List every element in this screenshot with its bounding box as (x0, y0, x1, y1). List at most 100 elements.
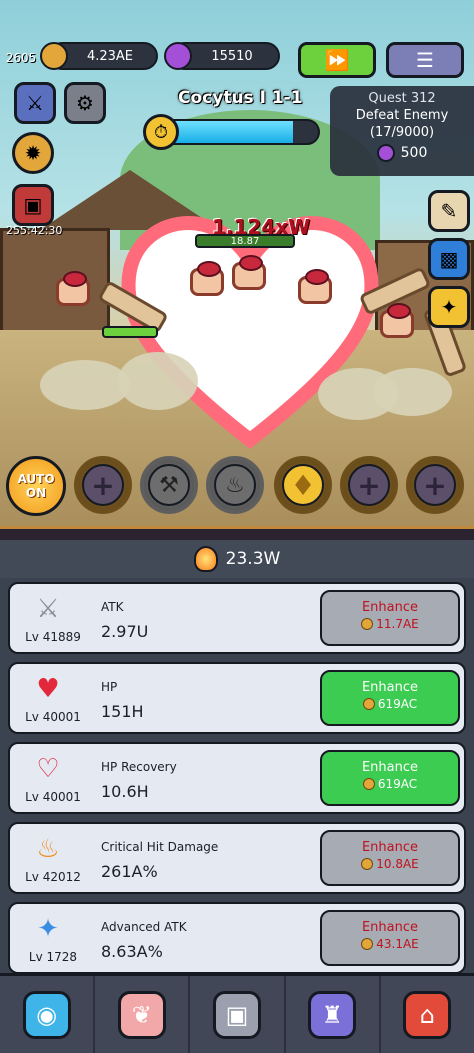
quest-title: Quest 312 (368, 91, 436, 106)
gold-coin-icon (361, 618, 374, 630)
gem-icon (376, 144, 395, 162)
stat-value: 151H (101, 702, 144, 721)
enhance-cost-value: 619AC (377, 697, 418, 711)
gold-coin-icon (40, 42, 68, 70)
skill-slot-empty[interactable]: + (406, 456, 464, 514)
chicken-icon: ❦ (117, 990, 166, 1039)
party-popper-icon[interactable]: ✦ (428, 286, 470, 328)
flame-icon (193, 546, 218, 572)
skill-slot-pickaxe[interactable]: ⚒ (140, 456, 198, 514)
enhance-cost-value: 10.8AE (376, 857, 419, 871)
auto-button[interactable]: AUTO ON (6, 456, 66, 516)
skill-slot-fire[interactable]: ♨ (206, 456, 264, 514)
enhance-cost: 619AC (322, 697, 458, 711)
scroll-icon[interactable]: ✎ (428, 190, 470, 232)
clock-icon: ⏱ (143, 114, 179, 150)
level-badge[interactable]: 2605 (4, 44, 38, 72)
level-text: 2605 (5, 51, 37, 65)
gold-amount: 4.23AE (86, 48, 134, 64)
castle-icon: ♜ (308, 990, 357, 1039)
enhance-cost-value: 11.7AE (376, 617, 419, 631)
blue-slime-icon: ◉ (22, 990, 71, 1039)
dust-cloud (40, 360, 130, 410)
enhance-button[interactable]: Enhance 10.8AE (320, 830, 460, 886)
stat-card: ✦ Lv 1728 Advanced ATK 8.63A% Enhance 43.1AE (8, 902, 466, 974)
plus-icon: + (414, 464, 456, 506)
enhance-cost: 10.8AE (322, 857, 458, 871)
enhance-cost: 11.7AE (322, 617, 458, 631)
stat-level: Lv 41889 (25, 630, 81, 644)
portal-icon: ▣ (213, 990, 261, 1039)
fast-forward-button[interactable]: ⏩ (298, 42, 376, 78)
bottom-nav: ◉ ❦ ▣ ♜ ⌂ (0, 973, 474, 1053)
gold-coin-icon (361, 938, 374, 950)
quest-reward: 500 (330, 144, 474, 162)
stage-title: Cocytus I 1-1 (178, 88, 303, 108)
heart-plus-icon: ♡ (36, 754, 60, 784)
enemy-chicken[interactable] (232, 255, 266, 290)
player-hp-bar (102, 326, 158, 338)
stat-level: Lv 1728 (28, 950, 78, 964)
combat-power: 23.3W (0, 540, 474, 578)
stat-card: ♨ Lv 42012 Critical Hit Damage 261A% Enhance… (8, 822, 466, 894)
menu-button[interactable]: ☰ (386, 42, 464, 78)
enhance-cost: 43.1AE (322, 937, 458, 951)
stat-name: HP Recovery (101, 760, 177, 774)
enhance-button[interactable]: Enhance 619AC (320, 750, 460, 806)
enemy-chicken[interactable] (380, 303, 414, 338)
enemy-chicken[interactable] (298, 269, 332, 304)
skill-slot-bell[interactable]: ♦ (274, 456, 332, 514)
quest-reward-amount: 500 (400, 145, 428, 161)
sparkle-sword-icon: ✦ (37, 914, 59, 944)
treasure-chest-icon[interactable]: ▣ (12, 184, 54, 226)
plus-icon: + (82, 464, 124, 506)
gem-amount: 15510 (211, 48, 253, 64)
stat-value: 261A% (101, 862, 158, 881)
robot-helper-icon[interactable]: ⚙ (64, 82, 106, 124)
stat-name: HP (101, 680, 118, 694)
bell-icon: ♦ (282, 464, 324, 506)
stat-value: 2.97U (101, 622, 149, 641)
enemy-chicken[interactable] (190, 261, 224, 296)
enhance-label: Enhance (361, 600, 419, 615)
skill-slot-empty[interactable]: + (74, 456, 132, 514)
quest-progress: (17/9000) (369, 125, 435, 140)
dust-cloud (372, 368, 452, 416)
stat-card: ♡ Lv 40001 HP Recovery 10.6H Enhance 619AC (8, 742, 466, 814)
battle-scene: 1.124xW 18.87 2605 4.23AE 15510 ⏩ ☰ ⚔ ⚙ … (0, 0, 474, 530)
sword-icon: ⚔ (36, 594, 60, 624)
wheel-icon[interactable]: ✹ (12, 132, 54, 174)
classes-icon[interactable]: ⚔ (14, 82, 56, 124)
enhance-cost-value: 619AC (377, 777, 418, 791)
quest-description: Defeat Enemy (355, 108, 449, 123)
event-timer: 255:42:30 (6, 224, 63, 237)
book-icon[interactable]: ▩ (428, 238, 470, 280)
stat-level: Lv 40001 (25, 790, 81, 804)
quest-panel[interactable]: Quest 312 Defeat Enemy (17/9000) 500 (330, 86, 474, 176)
enhance-cost: 619AC (322, 777, 458, 791)
stage-timer-bar (160, 119, 320, 145)
shop-icon: ⌂ (403, 990, 452, 1039)
nav-item[interactable]: ▣ (190, 976, 286, 1053)
enhance-button[interactable]: Enhance 619AC (320, 670, 460, 726)
enemy-hp-bar: 18.87 (195, 234, 295, 248)
enhance-label: Enhance (361, 760, 419, 775)
nav-item[interactable]: ❦ (95, 976, 191, 1053)
skill-slot-empty[interactable]: + (340, 456, 398, 514)
enemy-chicken[interactable] (56, 271, 90, 306)
gem-icon (164, 42, 192, 70)
enhance-button[interactable]: Enhance 11.7AE (320, 590, 460, 646)
enhance-label: Enhance (361, 840, 419, 855)
enhance-button[interactable]: Enhance 43.1AE (320, 910, 460, 966)
stat-card: ♥ Lv 40001 HP 151H Enhance 619AC (8, 662, 466, 734)
nav-item[interactable]: ◉ (0, 976, 96, 1053)
skill-bar: AUTO ON + ⚒ ♨ ♦ + + (0, 452, 474, 518)
fire-icon: ♨ (214, 464, 256, 506)
nav-item[interactable]: ♜ (286, 976, 381, 1053)
stat-value: 8.63A% (101, 942, 163, 961)
gold-coin-icon (362, 778, 375, 790)
panel-divider (0, 526, 474, 540)
stat-name: Critical Hit Damage (101, 840, 219, 854)
nav-item[interactable]: ⌂ (381, 976, 474, 1053)
stat-card: ⚔ Lv 41889 ATK 2.97U Enhance 11.7AE (8, 582, 466, 654)
